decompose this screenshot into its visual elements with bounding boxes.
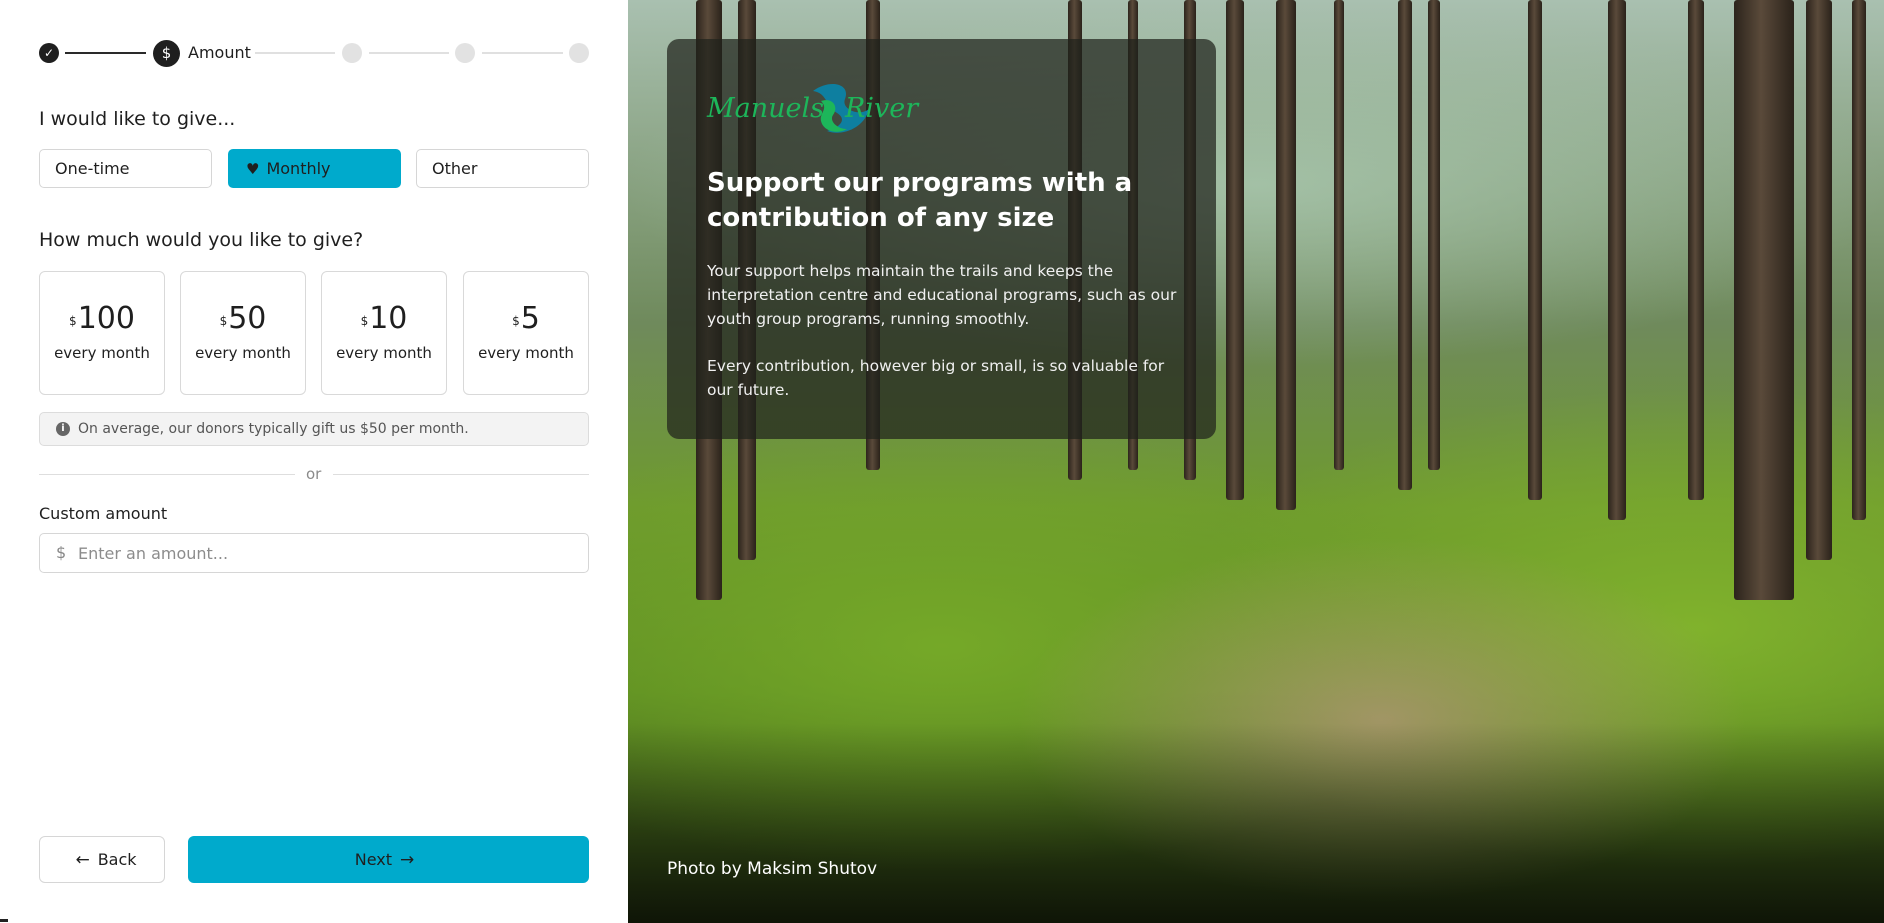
campaign-message-panel: Manuels River Support our programs with …: [667, 39, 1216, 439]
manuels-river-logo: Manuels River: [707, 79, 927, 141]
currency-symbol: $: [512, 314, 520, 328]
custom-amount-field[interactable]: $: [39, 533, 589, 573]
tree-trunk: [1334, 0, 1344, 470]
divider-line: [39, 474, 295, 475]
photo-credit: Photo by Maksim Shutov: [667, 859, 878, 879]
arrow-left-icon: ←: [75, 850, 90, 870]
average-donation-note: i On average, our donors typically gift …: [39, 412, 589, 446]
frequency-option-label: Other: [432, 159, 478, 178]
photo-shadow: [628, 723, 1884, 923]
amount-number: 100: [77, 301, 135, 336]
heart-icon: ♥: [246, 160, 260, 178]
logo-text-right: River: [845, 93, 919, 124]
current-step-label: Amount: [188, 43, 251, 62]
campaign-paragraph: Your support helps maintain the trails a…: [707, 262, 1177, 328]
tree-trunk: [1852, 0, 1866, 520]
custom-amount-label: Custom amount: [39, 504, 168, 523]
amount-heading: How much would you like to give?: [39, 229, 364, 251]
tree-trunk: [1276, 0, 1296, 510]
campaign-paragraph: Every contribution, however big or small…: [707, 357, 1165, 399]
frequency-option-label: Monthly: [266, 159, 331, 178]
stepper-connector: [369, 52, 449, 54]
next-button-label: Next: [354, 850, 393, 869]
amount-card-10[interactable]: $10 every month: [321, 271, 447, 395]
stepper-connector-complete: [65, 52, 146, 54]
frequency-one-time-button[interactable]: One-time: [39, 149, 212, 188]
currency-symbol: $: [360, 314, 369, 328]
step-3-indicator: [342, 43, 362, 63]
divider-text: or: [306, 465, 322, 483]
amount-card-100[interactable]: $100 every month: [39, 271, 165, 395]
arrow-right-icon: →: [400, 850, 415, 870]
step-5-indicator: [569, 43, 589, 63]
amount-value: $5: [464, 302, 588, 336]
back-button[interactable]: ← Back: [39, 836, 165, 883]
frequency-other-button[interactable]: Other: [416, 149, 589, 188]
divider-line: [333, 474, 589, 475]
dollar-icon: $: [56, 543, 67, 562]
tree-trunk: [1734, 0, 1794, 600]
frequency-monthly-button[interactable]: ♥ Monthly: [228, 149, 401, 188]
back-button-label: Back: [97, 850, 137, 869]
next-button[interactable]: Next →: [188, 836, 589, 883]
frequency-option-label: One-time: [55, 159, 130, 178]
stepper-connector: [255, 52, 335, 54]
step-1-complete-check-icon[interactable]: ✓: [39, 43, 59, 63]
currency-symbol: $: [219, 314, 228, 328]
tree-trunk: [1428, 0, 1440, 470]
corner-mark: [0, 919, 8, 922]
stepper-connector: [482, 52, 563, 54]
frequency-heading: I would like to give...: [39, 108, 236, 130]
amount-value: $50: [181, 302, 305, 336]
campaign-title: Support our programs with a contribution…: [707, 168, 1133, 233]
custom-amount-input[interactable]: [78, 534, 578, 572]
amount-period: every month: [478, 344, 574, 362]
amount-card-5[interactable]: $5 every month: [463, 271, 589, 395]
amount-number: 10: [369, 301, 408, 336]
currency-symbol: $: [69, 314, 77, 328]
amount-value: $10: [322, 302, 446, 336]
amount-value: $100: [40, 302, 164, 336]
tree-trunk: [1398, 0, 1412, 490]
amount-period: every month: [54, 344, 150, 362]
amount-card-50[interactable]: $50 every month: [180, 271, 306, 395]
info-icon: i: [56, 422, 70, 436]
step-2-dollar-icon: $: [153, 40, 180, 67]
progress-stepper: ✓ $ Amount: [39, 40, 589, 67]
donation-form-panel: ✓ $ Amount I would like to give... One-t…: [0, 0, 628, 923]
amount-period: every month: [195, 344, 291, 362]
tree-trunk: [1226, 0, 1244, 500]
tree-trunk: [1608, 0, 1626, 520]
amount-number: 5: [520, 301, 540, 336]
info-note-text: On average, our donors typically gift us…: [78, 421, 469, 437]
tree-trunk: [1806, 0, 1832, 560]
amount-period: every month: [336, 344, 432, 362]
tree-trunk: [1528, 0, 1542, 500]
amount-number: 50: [228, 301, 267, 336]
step-4-indicator: [455, 43, 475, 63]
tree-trunk: [1688, 0, 1704, 500]
